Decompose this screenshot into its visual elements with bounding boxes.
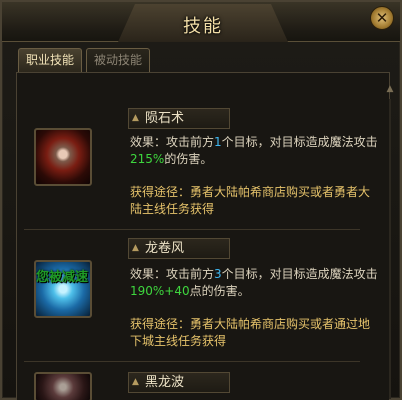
skill-source: 获得途径：勇者大陆帕希商店购买或者勇者大陆主线任务获得 [130,185,371,216]
tab-class-skills[interactable]: 职业技能 [18,48,83,72]
effect-target-count: 1 [214,135,222,149]
effect-mid: 个目标，对目标造成魔法攻击 [221,267,378,281]
skills-window: 技能 ✕ 职业技能 被动技能 ▲ ▲ 陨石术 效果：攻击前方1个目标，对目标造成… [0,0,402,400]
effect-percent: 215% [130,152,165,166]
skill-name: 龙卷风 [145,241,185,256]
skill-name-plate: ▲ 龙卷风 [128,238,230,259]
skill-effect: 效果：攻击前方3个目标，对目标造成魔法攻击 190%+40点的伤害。 [130,266,380,300]
skill-name: 陨石术 [145,111,185,126]
skill-item-black-dragon-wave[interactable]: ▲ 黑龙波 [24,364,360,400]
skill-name-plate: ▲ 黑龙波 [128,372,230,393]
effect-prefix: 效果：攻击前方 [130,267,215,281]
window-title: 技能 [183,16,223,37]
effect-prefix: 效果：攻击前方 [130,135,215,149]
effect-mid: 个目标，对目标造成魔法攻击 [221,135,378,149]
skill-effect: 效果：攻击前方1个目标，对目标造成魔法攻击 215%的伤害。 [130,134,380,168]
scrollbar[interactable] [389,99,391,399]
skill-source: 获得途径：勇者大陆帕希商店购买或者通过地下城主线任务获得 [130,317,371,348]
arrow-icon: ▲ [132,377,139,387]
effect-percent: 190%+40 [130,284,190,298]
skill-name-plate: ▲ 陨石术 [128,108,230,129]
skill-name: 黑龙波 [145,375,185,390]
title-bar: 技能 ✕ [2,2,400,42]
skill-tabs: 职业技能 被动技能 [18,48,151,72]
black-dragon-wave-icon[interactable] [34,372,92,400]
close-icon: ✕ [375,9,389,27]
effect-target-count: 3 [214,267,222,281]
arrow-icon: ▲ [132,113,139,123]
scroll-up-icon[interactable]: ▲ [384,84,396,96]
effect-suffix: 的伤害。 [164,152,213,166]
tab-passive-skills[interactable]: 被动技能 [86,48,151,72]
arrow-icon: ▲ [132,243,139,253]
skill-item-meteor[interactable]: ▲ 陨石术 效果：攻击前方1个目标，对目标造成魔法攻击 215%的伤害。 获得途… [24,98,378,230]
meteor-icon[interactable] [34,128,92,186]
skill-item-tornado[interactable]: ▲ 龙卷风 效果：攻击前方3个目标，对目标造成魔法攻击 190%+40点的伤害。… [24,234,378,362]
effect-suffix: 点的伤害。 [189,284,250,298]
slowed-status-text: 您被减速 [36,270,89,285]
close-button[interactable]: ✕ [370,6,394,30]
